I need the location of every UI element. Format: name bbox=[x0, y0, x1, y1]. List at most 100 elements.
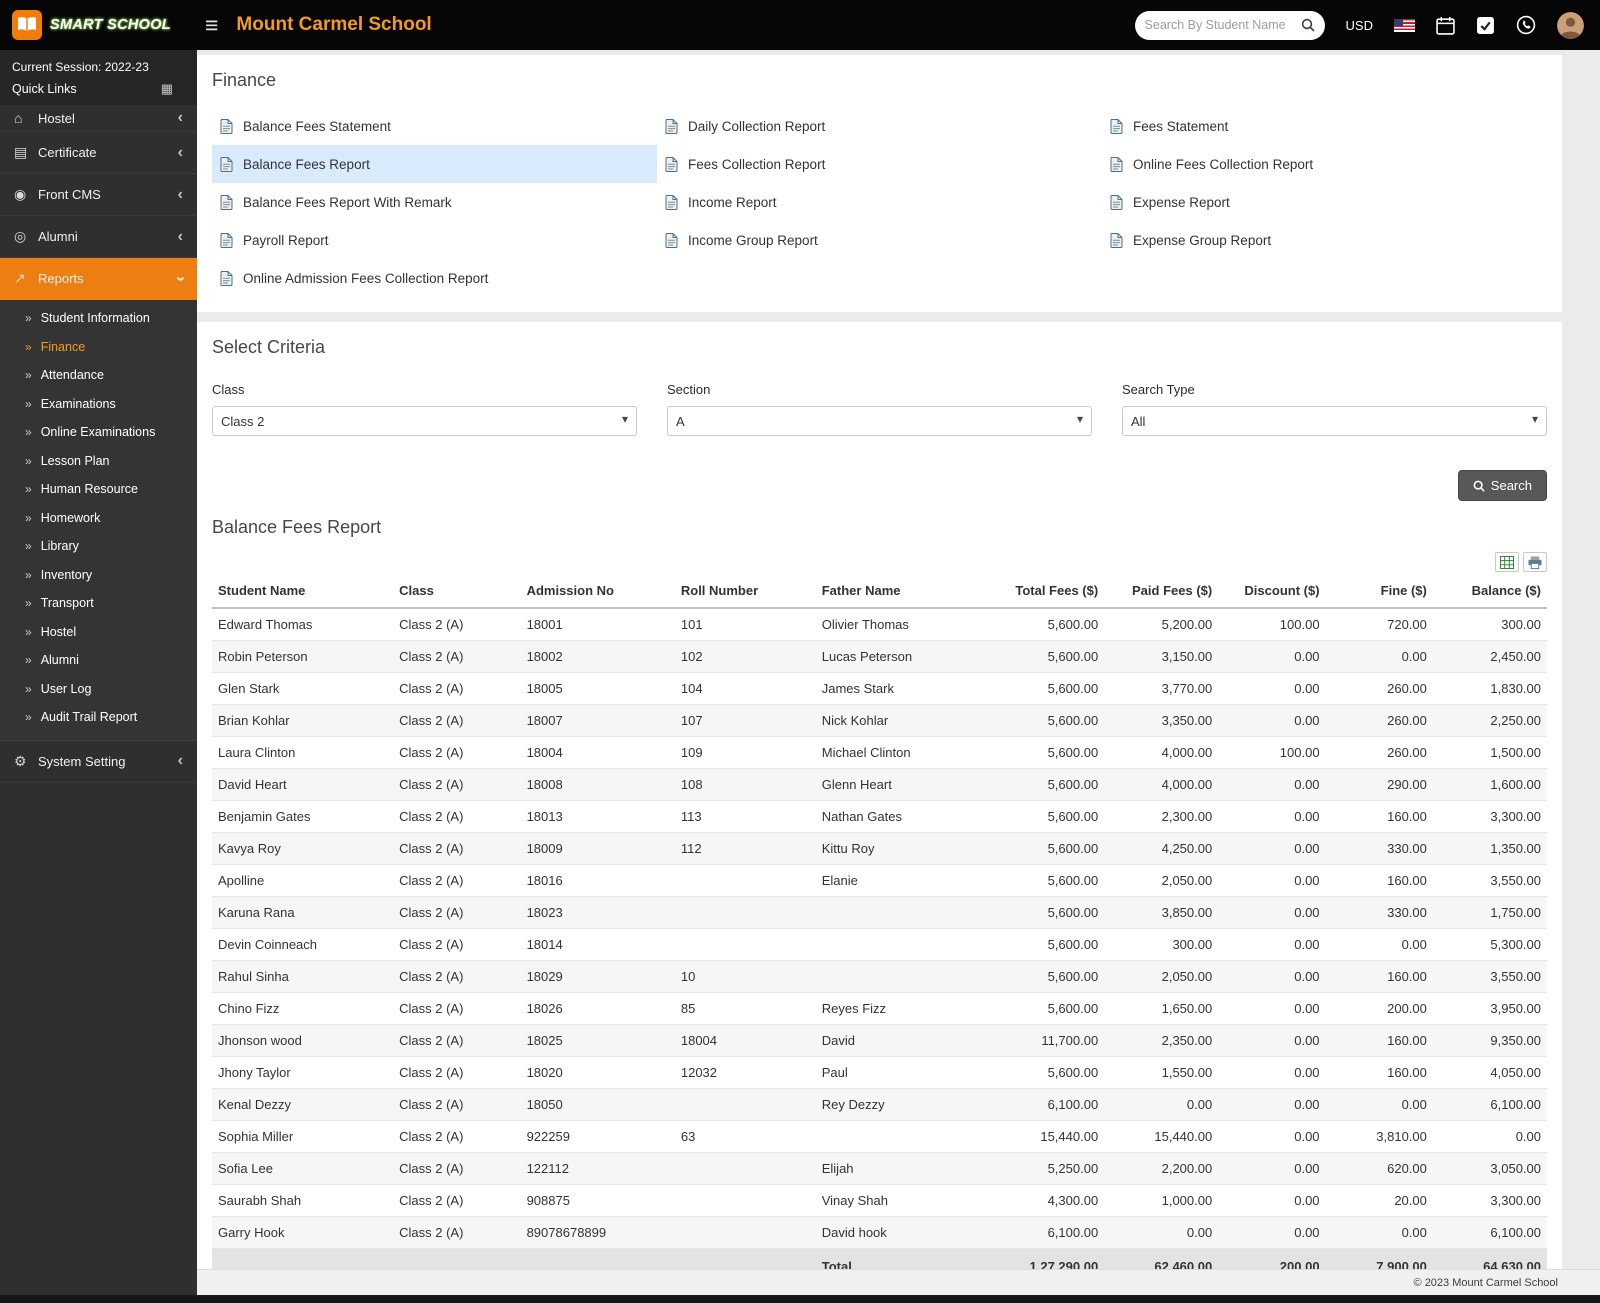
finance-link-online-admission-fees-collection-report[interactable]: Online Admission Fees Collection Report bbox=[212, 259, 657, 297]
calendar-icon[interactable] bbox=[1436, 16, 1455, 35]
cell-student-name: Chino Fizz bbox=[212, 992, 394, 1025]
finance-link-expense-report[interactable]: Expense Report bbox=[1102, 183, 1547, 221]
currency-label[interactable]: USD bbox=[1346, 18, 1373, 33]
table-row: Kavya Roy Class 2 (A) 18009 112 Kittu Roy 5,6… bbox=[212, 832, 1547, 865]
cell-roll-number: 12032 bbox=[674, 1056, 816, 1089]
column-header-student-name: Student Name bbox=[212, 574, 394, 609]
cell-admission-no: 18001 bbox=[520, 608, 675, 641]
sidebar-subitem-hostel[interactable]: » Hostel bbox=[0, 618, 197, 647]
double-chevron-icon: » bbox=[25, 396, 32, 411]
finance-link-payroll-report[interactable]: Payroll Report bbox=[212, 221, 657, 259]
sidebar-subitem-audit-trail-report[interactable]: » Audit Trail Report bbox=[0, 703, 197, 732]
sidebar-subitem-finance[interactable]: » Finance bbox=[0, 333, 197, 362]
finance-links-card: Finance Balance Fees Statement Balance Fe… bbox=[197, 55, 1562, 312]
quick-links[interactable]: Quick Links ▦ bbox=[12, 81, 185, 97]
column-header-father-name: Father Name bbox=[815, 574, 991, 609]
sidebar-subitem-attendance[interactable]: » Attendance bbox=[0, 361, 197, 390]
section-select[interactable]: A bbox=[667, 406, 1092, 436]
tasks-icon[interactable] bbox=[1476, 16, 1495, 35]
finance-link-income-group-report[interactable]: Income Group Report bbox=[657, 221, 1102, 259]
sidebar-subitem-transport[interactable]: » Transport bbox=[0, 589, 197, 618]
sidebar-subitem-homework[interactable]: » Homework bbox=[0, 504, 197, 533]
double-chevron-icon: » bbox=[25, 510, 32, 525]
sidebar-item-alumni[interactable]: ◎ Alumni ‹ bbox=[0, 216, 197, 258]
cell-roll-number: 10 bbox=[674, 960, 816, 993]
sidebar-subitem-library[interactable]: » Library bbox=[0, 532, 197, 561]
cell-student-name: Robin Peterson bbox=[212, 640, 394, 673]
cell-student-name: Devin Coinneach bbox=[212, 928, 394, 961]
double-chevron-icon: » bbox=[25, 453, 32, 468]
sidebar-subitem-inventory[interactable]: » Inventory bbox=[0, 561, 197, 590]
sidebar-subitem-lesson-plan[interactable]: » Lesson Plan bbox=[0, 447, 197, 476]
document-icon bbox=[1110, 156, 1123, 172]
search-icon[interactable] bbox=[1301, 18, 1315, 32]
language-flag-icon[interactable] bbox=[1394, 18, 1415, 32]
search-type-select[interactable]: All bbox=[1122, 406, 1547, 436]
finance-link-income-report[interactable]: Income Report bbox=[657, 183, 1102, 221]
report-link-label: Online Admission Fees Collection Report bbox=[243, 270, 489, 286]
table-row: Garry Hook Class 2 (A) 89078678899 David ho… bbox=[212, 1216, 1547, 1249]
hamburger-menu-icon[interactable]: ≡ bbox=[205, 13, 218, 37]
total-total-fees: 1,27,290.00 bbox=[1029, 1259, 1099, 1269]
sidebar-item-reports[interactable]: ↗ Reports ‹ bbox=[0, 258, 197, 300]
cell-paid-fees: 3,350.00 bbox=[1104, 704, 1219, 737]
cell-discount: 100.00 bbox=[1218, 608, 1326, 641]
app-window: SMART SCHOOL ≡ Mount Carmel School USD bbox=[0, 0, 1600, 1295]
column-header-total-fees: Total Fees ($) bbox=[990, 574, 1105, 609]
search-input[interactable] bbox=[1144, 18, 1295, 32]
sidebar-subitem-examinations[interactable]: » Examinations bbox=[0, 390, 197, 419]
sidebar-subitem-alumni[interactable]: » Alumni bbox=[0, 646, 197, 675]
search-button-label: Search bbox=[1490, 478, 1532, 493]
criteria-fields: Class Class 2 Section A Search Type All bbox=[212, 382, 1547, 436]
submenu-item-label: Hostel bbox=[40, 624, 77, 639]
finance-link-balance-fees-report-with-remark[interactable]: Balance Fees Report With Remark bbox=[212, 183, 657, 221]
criteria-field-search-type: Search Type All bbox=[1122, 382, 1547, 436]
finance-link-fees-collection-report[interactable]: Fees Collection Report bbox=[657, 145, 1102, 183]
sidebar-item-certificate[interactable]: ▤ Certificate ‹ bbox=[0, 132, 197, 174]
cell-roll-number bbox=[674, 1184, 816, 1217]
report-link-label: Income Report bbox=[688, 194, 777, 210]
cell-roll-number bbox=[674, 1216, 816, 1249]
sidebar-subitem-online-examinations[interactable]: » Online Examinations bbox=[0, 418, 197, 447]
sidebar-item-system-setting[interactable]: ⚙ System Setting ‹ bbox=[0, 741, 197, 783]
sidebar-subitem-student-information[interactable]: » Student Information bbox=[0, 304, 197, 333]
cell-admission-no: 18008 bbox=[520, 768, 675, 801]
cell-discount: 0.00 bbox=[1218, 1184, 1326, 1217]
table-row: Sofia Lee Class 2 (A) 122112 Elijah 5,250.00… bbox=[212, 1152, 1547, 1185]
export-excel-button[interactable] bbox=[1495, 552, 1519, 572]
print-button[interactable] bbox=[1523, 552, 1547, 572]
total-paid-fees: 62,460.00 bbox=[1154, 1259, 1213, 1269]
finance-link-daily-collection-report[interactable]: Daily Collection Report bbox=[657, 107, 1102, 145]
cell-admission-no: 18026 bbox=[520, 992, 675, 1025]
total-balance: 64,630.00 bbox=[1483, 1259, 1541, 1269]
cell-father-name: Michael Clinton bbox=[815, 736, 991, 769]
cell-paid-fees: 2,050.00 bbox=[1104, 864, 1219, 897]
cell-fine: 200.00 bbox=[1325, 992, 1433, 1025]
column-header-discount: Discount ($) bbox=[1218, 574, 1326, 609]
cell-father-name bbox=[815, 896, 991, 929]
user-avatar[interactable] bbox=[1557, 11, 1584, 39]
brand-logo[interactable]: SMART SCHOOL bbox=[0, 0, 197, 50]
cell-fine: 160.00 bbox=[1325, 800, 1433, 833]
sidebar-item-front-cms[interactable]: ◉ Front CMS ‹ bbox=[0, 174, 197, 216]
double-chevron-icon: » bbox=[25, 425, 32, 440]
whatsapp-icon[interactable] bbox=[1516, 15, 1536, 35]
cell-paid-fees: 2,300.00 bbox=[1104, 800, 1219, 833]
cell-discount: 0.00 bbox=[1218, 1216, 1326, 1249]
total-label: Total bbox=[821, 1259, 852, 1269]
finance-link-balance-fees-report[interactable]: Balance Fees Report bbox=[212, 145, 657, 183]
class-select[interactable]: Class 2 bbox=[212, 406, 637, 436]
search-button[interactable]: Search bbox=[1457, 470, 1547, 501]
finance-link-balance-fees-statement[interactable]: Balance Fees Statement bbox=[212, 107, 657, 145]
sidebar-subitem-user-log[interactable]: » User Log bbox=[0, 675, 197, 704]
cell-class: Class 2 (A) bbox=[393, 1024, 521, 1057]
document-icon bbox=[220, 232, 233, 248]
cell-balance: 5,300.00 bbox=[1432, 928, 1547, 961]
finance-link-expense-group-report[interactable]: Expense Group Report bbox=[1102, 221, 1547, 259]
finance-link-fees-statement[interactable]: Fees Statement bbox=[1102, 107, 1547, 145]
finance-link-online-fees-collection-report[interactable]: Online Fees Collection Report bbox=[1102, 145, 1547, 183]
sidebar-subitem-human-resource[interactable]: » Human Resource bbox=[0, 475, 197, 504]
cell-class: Class 2 (A) bbox=[393, 768, 521, 801]
sidebar-item-hostel[interactable]: ⌂ Hostel ‹ bbox=[0, 105, 197, 132]
cell-admission-no: 18007 bbox=[520, 704, 675, 737]
